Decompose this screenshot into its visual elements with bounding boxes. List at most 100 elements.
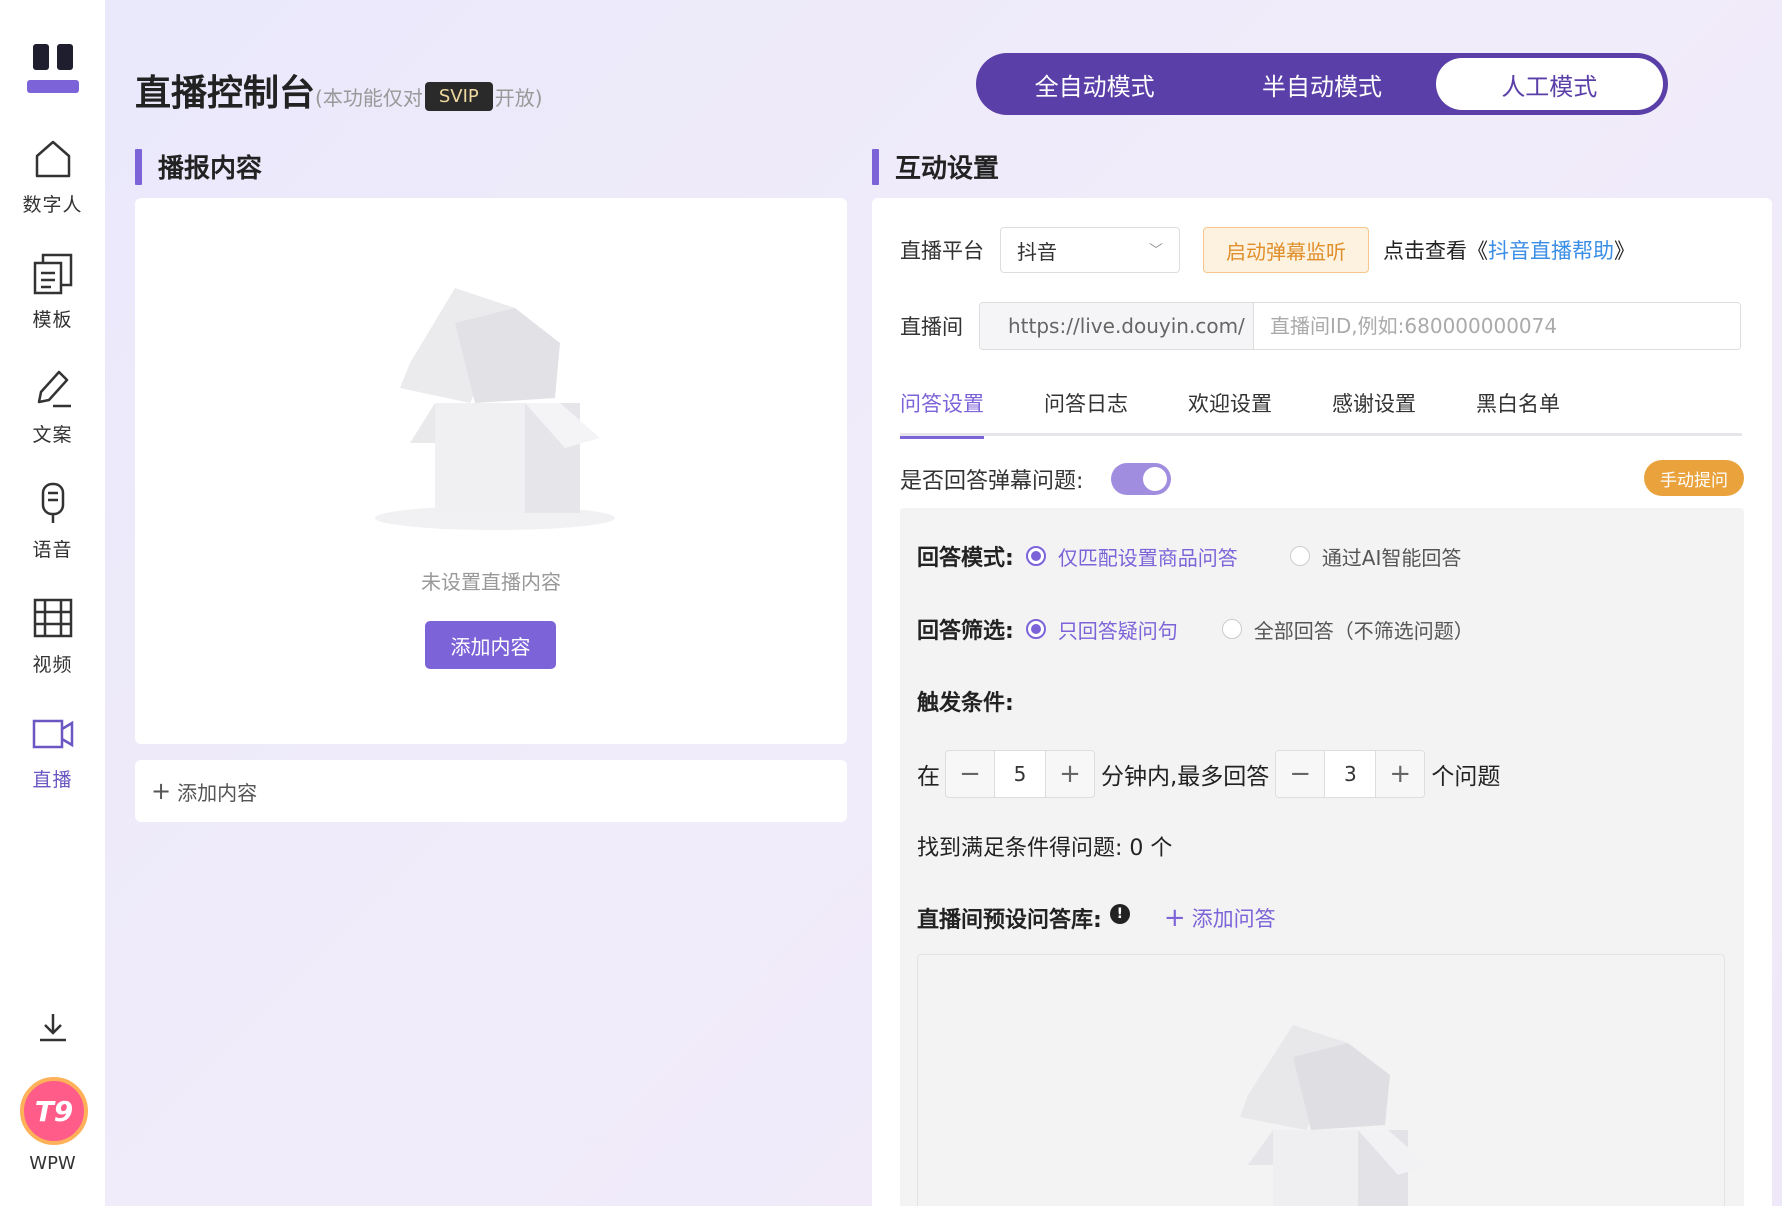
sidebar-item-video[interactable]: 视频 [0,596,105,677]
user-name: WPW [29,1153,76,1174]
add-qa-button[interactable]: + 添加问答 [1164,903,1276,933]
radio-dot [1025,619,1046,639]
radio-dot [1221,619,1242,639]
trigger-mid-text: 分钟内,最多回答 [1101,764,1270,790]
add-content-button[interactable]: 添加内容 [425,621,556,669]
radio-label: 仅匹配设置商品问答 [1057,545,1238,570]
room-id-input[interactable] [1254,303,1740,349]
interaction-settings-card: 直播平台 抖音 ﹀ 启动弹幕监听 点击查看《抖音直播帮助》 直播间 https:… [872,198,1772,1206]
douyin-help-link[interactable]: 抖音直播帮助 [1488,239,1614,263]
answer-toggle-row: 是否回答弹幕问题: [900,463,1172,495]
max-answers-value[interactable]: 3 [1324,751,1377,797]
qa-settings-panel: 回答模式: 仅匹配设置商品问答 通过AI智能回答 回答筛选: 只回答疑问句 全部… [900,508,1744,1206]
answer-filter-label: 回答筛选: [917,619,1014,644]
help-prefix: 点击查看《 [1383,239,1488,263]
max-answers-decrement-button[interactable]: − [1276,751,1325,797]
chevron-down-icon: ﹀ [1149,243,1163,259]
plus-icon: + [151,777,172,805]
platform-value: 抖音 [1017,239,1057,264]
qa-library-label: 直播间预设问答库: [917,908,1102,933]
sidebar-item-copywriting[interactable]: 文案 [0,366,105,447]
pen-icon [37,370,71,408]
note-suffix: 开放) [494,86,543,110]
mode-semi-auto-button[interactable]: 半自动模式 [1208,58,1435,110]
radio-ai-answer[interactable]: 通过AI智能回答 [1289,542,1462,571]
help-suffix: 》 [1614,239,1635,263]
trigger-label: 触发条件: [917,691,1014,716]
sidebar-item-label: 模板 [32,309,73,331]
empty-box-illustration [375,288,615,530]
start-danmaku-monitor-button[interactable]: 启动弹幕监听 [1203,227,1369,273]
sidebar-item-template[interactable]: 模板 [0,251,105,332]
trigger-in-text: 在 [917,764,940,790]
tab-qa-settings[interactable]: 问答设置 [900,388,984,439]
trigger-end-text: 个问题 [1431,764,1501,790]
radio-label: 通过AI智能回答 [1321,545,1462,570]
sidebar-item-label: 直播 [32,769,73,791]
sidebar: 数字人 模板 文案 语音 视频 直播 T9 WPW [0,0,105,1206]
minutes-value[interactable]: 5 [994,751,1046,797]
note-prefix: (本功能仅对 [315,86,423,110]
page-title-text: 直播控制台 [135,73,316,114]
add-content-row[interactable]: + 添加内容 [135,760,847,822]
empty-state-text: 未设置直播内容 [421,570,561,594]
template-icon [33,253,72,295]
room-url-prefix: https://live.douyin.com/ [980,303,1254,349]
qa-library-row: 直播间预设问答库: ! + 添加问答 [917,902,1276,934]
broadcast-content-title: 播报内容 [135,148,262,185]
radio-match-product-qa[interactable]: 仅匹配设置商品问答 [1025,542,1238,571]
tab-qa-log[interactable]: 问答日志 [1044,388,1128,436]
qa-library-box [917,954,1725,1206]
room-label: 直播间 [900,315,963,339]
radio-dot [1289,546,1310,566]
section-title-text: 播报内容 [158,154,263,184]
tab-thanks-settings[interactable]: 感谢设置 [1332,388,1416,436]
platform-select[interactable]: 抖音 ﹀ [1000,227,1180,273]
interaction-settings-title: 互动设置 [872,148,999,185]
answer-danmaku-toggle[interactable] [1111,463,1172,495]
sidebar-item-digital-human[interactable]: 数字人 [0,136,105,217]
sidebar-item-label: 文案 [32,424,73,446]
page-title: 直播控制台 (本功能仅对 SVIP 开放) [135,64,543,116]
mode-manual-button[interactable]: 人工模式 [1435,58,1663,110]
minutes-stepper: − 5 + [945,750,1095,798]
sidebar-item-live[interactable]: 直播 [0,711,105,792]
answer-toggle-label: 是否回答弹幕问题: [900,469,1084,494]
avatar[interactable]: T9 [20,1077,88,1145]
microphone-icon [41,482,64,523]
svip-badge: SVIP [424,82,493,111]
empty-box-illustration [1240,1025,1428,1206]
found-questions-text: 找到满足条件得问题: 0 个 [917,836,1173,861]
tab-welcome-settings[interactable]: 欢迎设置 [1188,388,1272,436]
manual-ask-button[interactable]: 手动提问 [1644,460,1744,496]
add-content-label: 添加内容 [177,780,258,805]
download-icon[interactable] [36,1010,70,1044]
minutes-increment-button[interactable]: + [1046,751,1094,797]
sidebar-item-label: 语音 [32,539,73,561]
trigger-row: 触发条件: [917,685,1014,717]
broadcast-content-card: 未设置直播内容 添加内容 [135,198,847,744]
tab-blacklist-whitelist[interactable]: 黑白名单 [1476,388,1560,436]
answer-filter-row: 回答筛选: 只回答疑问句 全部回答（不筛选问题） [917,613,1474,645]
film-icon [33,598,72,638]
camera-icon [32,719,73,749]
mode-full-auto-button[interactable]: 全自动模式 [981,58,1208,110]
section-title-text: 互动设置 [895,154,1000,184]
radio-questions-only[interactable]: 只回答疑问句 [1025,615,1178,644]
found-row: 找到满足条件得问题: 0 个 [917,830,1172,862]
max-answers-stepper: − 3 + [1275,750,1426,798]
mode-switch: 全自动模式 半自动模式 人工模式 [976,53,1668,115]
radio-label: 全部回答（不筛选问题） [1253,618,1474,643]
sidebar-item-voice[interactable]: 语音 [0,481,105,562]
app-logo [26,44,79,96]
help-text: 点击查看《抖音直播帮助》 [1383,235,1635,265]
answer-mode-label: 回答模式: [917,546,1014,571]
minutes-decrement-button[interactable]: − [946,751,994,797]
max-answers-increment-button[interactable]: + [1376,751,1425,797]
sidebar-item-label: 视频 [32,654,73,676]
info-icon[interactable]: ! [1109,904,1130,924]
room-url-group: https://live.douyin.com/ [979,302,1741,350]
home-icon [35,140,70,178]
radio-answer-all[interactable]: 全部回答（不筛选问题） [1221,615,1474,644]
room-row: 直播间 https://live.douyin.com/ [900,302,1741,350]
